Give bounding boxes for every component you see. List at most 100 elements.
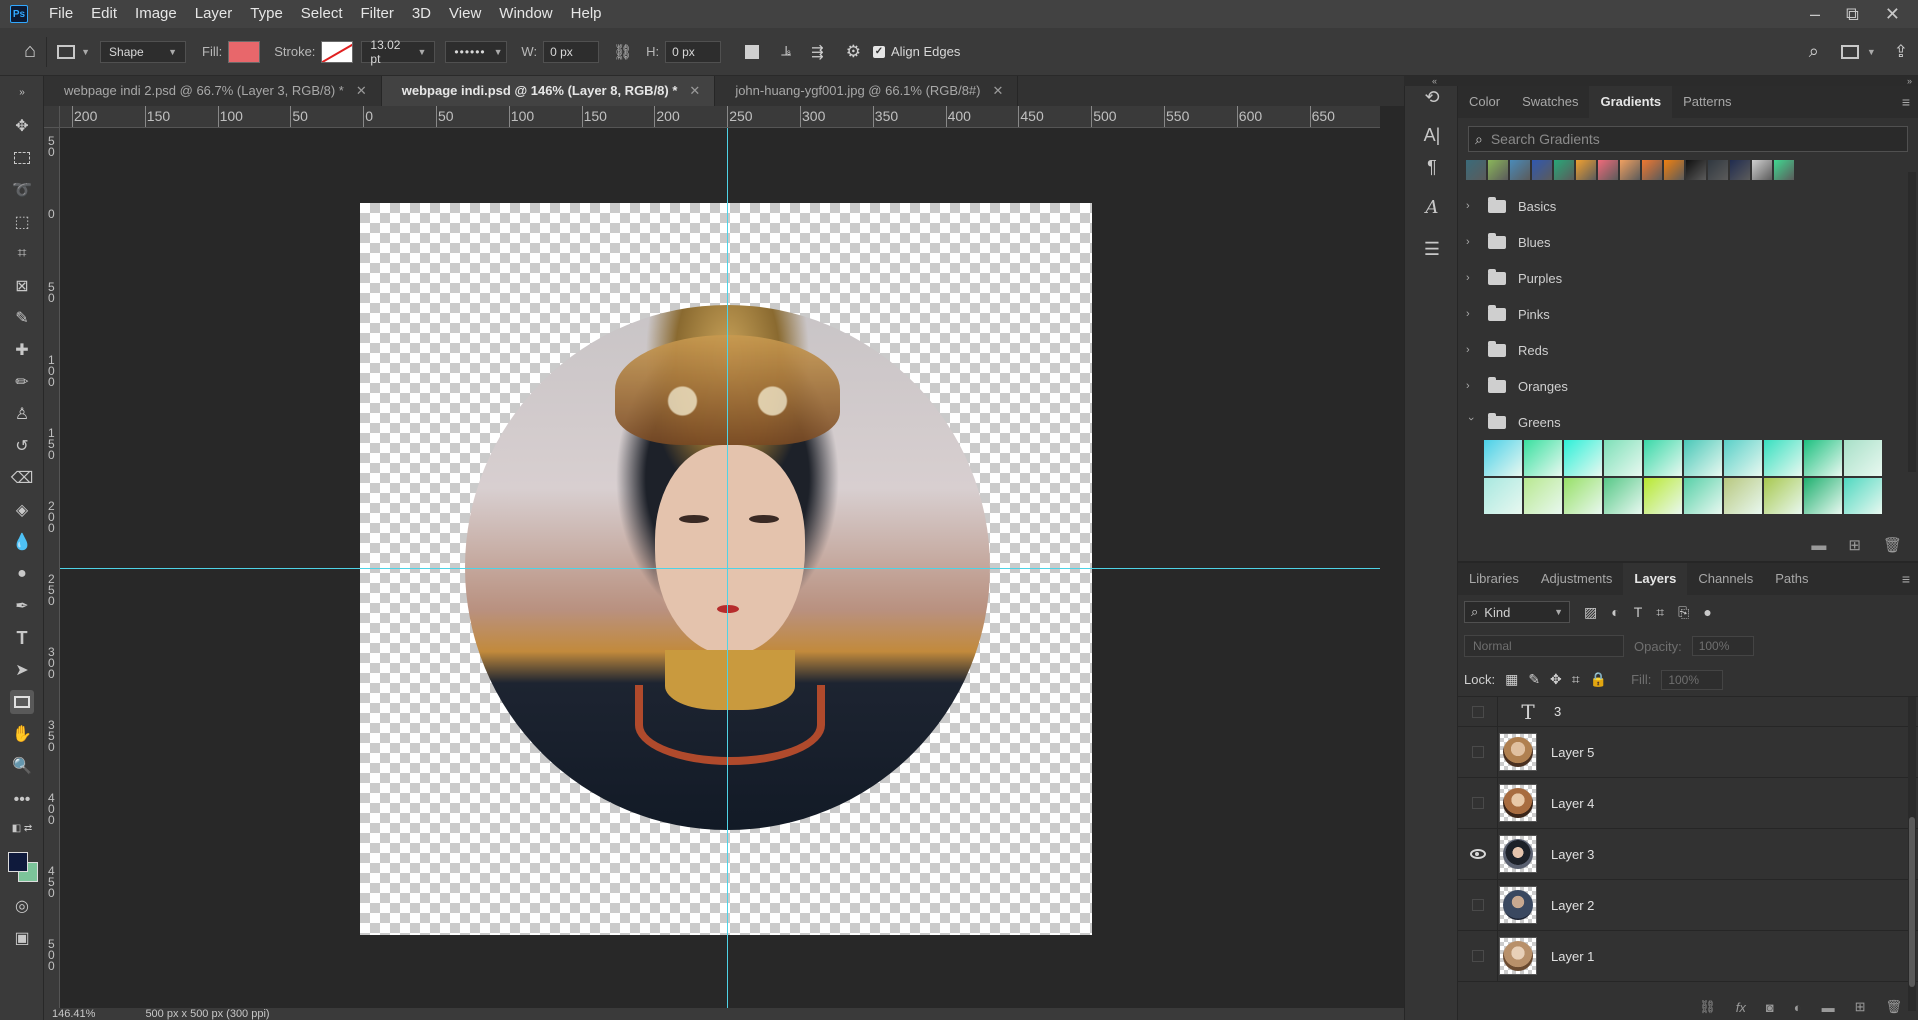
- new-layer-icon[interactable]: ⊞: [1855, 999, 1866, 1015]
- pixel-filter-icon[interactable]: ▨: [1584, 604, 1597, 621]
- marquee-tool-icon[interactable]: [10, 146, 34, 170]
- gradient-preset-swatch[interactable]: [1642, 160, 1662, 180]
- stroke-type-select[interactable]: •••••• ▼: [445, 40, 508, 63]
- visibility-toggle[interactable]: [1458, 879, 1498, 931]
- path-alignment-icon[interactable]: ⫡: [781, 43, 791, 60]
- menu-layer[interactable]: Layer: [186, 0, 242, 28]
- smart-object-filter-icon[interactable]: ⎘: [1678, 604, 1689, 621]
- tab-libraries[interactable]: Libraries: [1458, 563, 1530, 595]
- search-gradients-input[interactable]: ⌕ Search Gradients: [1468, 126, 1908, 152]
- panel-menu-icon[interactable]: ≡: [1902, 86, 1918, 118]
- close-icon[interactable]: ✕: [1885, 4, 1900, 25]
- tab-color[interactable]: Color: [1458, 86, 1511, 118]
- history-brush-tool-icon[interactable]: ↺: [10, 434, 34, 458]
- tab-john-huang[interactable]: john-huang-ygf001.jpg @ 66.1% (RGB/8#) ✕: [715, 76, 1019, 106]
- trash-icon[interactable]: 🗑: [1885, 999, 1902, 1015]
- layer-row[interactable]: Layer 4: [1458, 777, 1918, 829]
- fill-color-swatch[interactable]: [228, 40, 261, 63]
- gradient-swatch[interactable]: [1804, 478, 1842, 514]
- gradients-scrollbar[interactable]: [1908, 172, 1916, 472]
- gradient-preset-swatch[interactable]: [1752, 160, 1772, 180]
- menu-3d[interactable]: 3D: [403, 0, 440, 28]
- eyedropper-tool-icon[interactable]: ✎: [10, 306, 34, 330]
- folder-reds[interactable]: › Reds: [1458, 332, 1918, 368]
- gradient-swatch[interactable]: [1724, 478, 1762, 514]
- path-operations-icon[interactable]: [745, 44, 760, 59]
- height-field[interactable]: 0 px: [665, 40, 722, 63]
- gradient-swatch[interactable]: [1564, 440, 1602, 476]
- layer-row-selected[interactable]: Layer 3: [1458, 828, 1918, 880]
- tab-webpage-indi[interactable]: webpage indi.psd @ 146% (Layer 8, RGB/8)…: [381, 76, 716, 106]
- gradient-preset-swatch[interactable]: [1774, 160, 1794, 180]
- home-icon[interactable]: ⌂: [24, 40, 36, 63]
- gradient-preset-swatch[interactable]: [1466, 160, 1486, 180]
- lock-artboard-icon[interactable]: ⌗: [1572, 671, 1580, 688]
- chevron-down-icon[interactable]: ▼: [1867, 47, 1876, 57]
- fill-field[interactable]: 100%: [1661, 669, 1724, 690]
- tab-channels[interactable]: Channels: [1687, 563, 1764, 595]
- stroke-color-swatch[interactable]: [321, 40, 354, 63]
- layers-scrollbar-thumb[interactable]: [1909, 817, 1915, 987]
- gradient-swatch[interactable]: [1764, 440, 1802, 476]
- visibility-toggle[interactable]: [1458, 828, 1498, 880]
- folder-blues[interactable]: › Blues: [1458, 224, 1918, 260]
- filter-kind-select[interactable]: ⌕ Kind ▼: [1464, 601, 1570, 623]
- more-tools-icon[interactable]: •••: [10, 788, 34, 812]
- menu-view[interactable]: View: [440, 0, 490, 28]
- close-icon[interactable]: ✕: [992, 76, 1003, 106]
- paint-bucket-tool-icon[interactable]: ◈: [10, 498, 34, 522]
- lasso-tool-icon[interactable]: ➰: [10, 178, 34, 202]
- gradient-preset-swatch[interactable]: [1708, 160, 1728, 180]
- properties-icon[interactable]: ☰: [1421, 238, 1443, 260]
- layer-row[interactable]: Layer 5: [1458, 726, 1918, 778]
- type-filter-icon[interactable]: T: [1634, 604, 1643, 620]
- ruler-origin[interactable]: [44, 106, 60, 128]
- horizontal-guide[interactable]: [60, 568, 1380, 569]
- gradient-swatch[interactable]: [1604, 440, 1642, 476]
- minimize-icon[interactable]: –: [1810, 4, 1820, 25]
- zoom-level[interactable]: 146.41%: [52, 1008, 95, 1020]
- menu-help[interactable]: Help: [562, 0, 611, 28]
- quick-mask-icon[interactable]: ◎: [10, 894, 34, 918]
- stroke-width-field[interactable]: 13.02 pt ▼: [361, 38, 436, 66]
- folder-greens[interactable]: › Greens: [1458, 404, 1918, 440]
- lock-all-icon[interactable]: 🔒: [1590, 671, 1607, 688]
- folder-oranges[interactable]: › Oranges: [1458, 368, 1918, 404]
- type-tool-icon[interactable]: T: [10, 626, 34, 650]
- tab-webpage-indi-2[interactable]: webpage indi 2.psd @ 66.7% (Layer 3, RGB…: [44, 76, 382, 106]
- collapse-left-icon[interactable]: «: [1432, 76, 1437, 86]
- lock-pixels-icon[interactable]: ✎: [1528, 671, 1540, 688]
- glyphs-icon[interactable]: A: [1421, 196, 1443, 218]
- history-icon[interactable]: ⟲: [1421, 86, 1443, 108]
- visibility-toggle[interactable]: [1458, 726, 1498, 778]
- collapse-toolbar-icon[interactable]: »: [10, 80, 34, 104]
- gradient-swatch[interactable]: [1564, 478, 1602, 514]
- folder-purples[interactable]: › Purples: [1458, 260, 1918, 296]
- workspace-icon[interactable]: [1840, 44, 1859, 59]
- move-tool-icon[interactable]: ✥: [10, 114, 34, 138]
- gradient-swatch[interactable]: [1844, 478, 1882, 514]
- zoom-tool-icon[interactable]: 🔍: [10, 754, 34, 778]
- layer-style-fx-icon[interactable]: fx: [1736, 1000, 1746, 1015]
- visibility-toggle[interactable]: [1458, 697, 1498, 727]
- gear-icon[interactable]: ⚙: [846, 42, 861, 62]
- vertical-guide[interactable]: [727, 128, 728, 1008]
- tool-mode-select[interactable]: Shape ▼: [100, 40, 187, 63]
- gradient-swatch[interactable]: [1524, 478, 1562, 514]
- layer-row-type[interactable]: T 3: [1458, 697, 1918, 727]
- gradient-swatch[interactable]: [1644, 440, 1682, 476]
- menu-type[interactable]: Type: [241, 0, 292, 28]
- visibility-toggle[interactable]: [1458, 930, 1498, 982]
- gradient-swatch[interactable]: [1684, 440, 1722, 476]
- visibility-toggle[interactable]: [1458, 777, 1498, 829]
- opacity-field[interactable]: 100%: [1691, 636, 1754, 656]
- default-colors-icon[interactable]: ◧ ⇄: [10, 816, 34, 840]
- search-icon[interactable]: ⌕: [1809, 41, 1819, 62]
- paragraph-icon[interactable]: ¶: [1421, 156, 1443, 178]
- blend-mode-select[interactable]: Normal: [1464, 635, 1624, 657]
- layer-row[interactable]: Layer 1: [1458, 930, 1918, 982]
- menu-image[interactable]: Image: [126, 0, 186, 28]
- menu-edit[interactable]: Edit: [82, 0, 126, 28]
- lock-transparency-icon[interactable]: ▦: [1505, 671, 1518, 688]
- tab-swatches[interactable]: Swatches: [1511, 86, 1589, 118]
